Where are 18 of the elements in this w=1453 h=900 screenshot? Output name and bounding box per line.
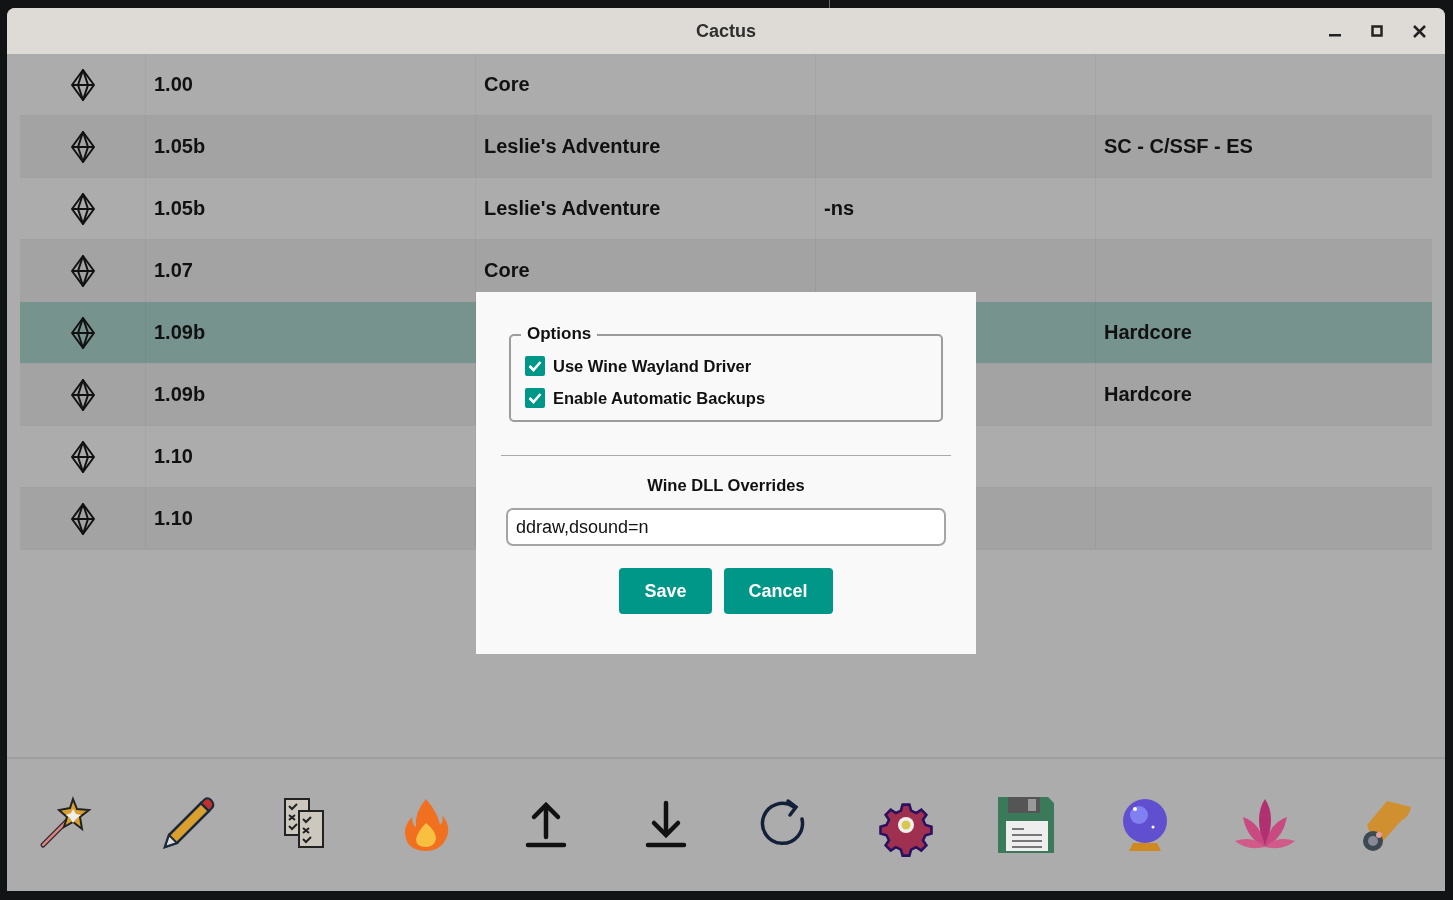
table-cell: Leslie's Adventure [484, 197, 661, 220]
table-cell: Core [484, 73, 530, 96]
table-cell: 1.00 [154, 73, 193, 96]
table-cell: -ns [824, 197, 854, 220]
table-cell: 1.05b [154, 135, 206, 158]
table-cell: 1.07 [154, 259, 193, 282]
table-cell: 1.09b [154, 383, 206, 406]
window-title: Cactus [696, 20, 756, 42]
table-cell: Leslie's Adventure [484, 135, 661, 158]
table-cell: 1.10 [154, 507, 193, 530]
table-cell: 1.05b [154, 197, 206, 220]
table-cell: 1.09b [154, 321, 206, 344]
table-cell: 1.10 [154, 445, 193, 468]
table-cell: Hardcore [1104, 383, 1192, 406]
group-title: Options [521, 324, 598, 344]
table-cell: Hardcore [1104, 321, 1192, 344]
table-cell: SC - C/SSF - ES [1104, 135, 1253, 158]
table-cell: Core [484, 259, 530, 282]
